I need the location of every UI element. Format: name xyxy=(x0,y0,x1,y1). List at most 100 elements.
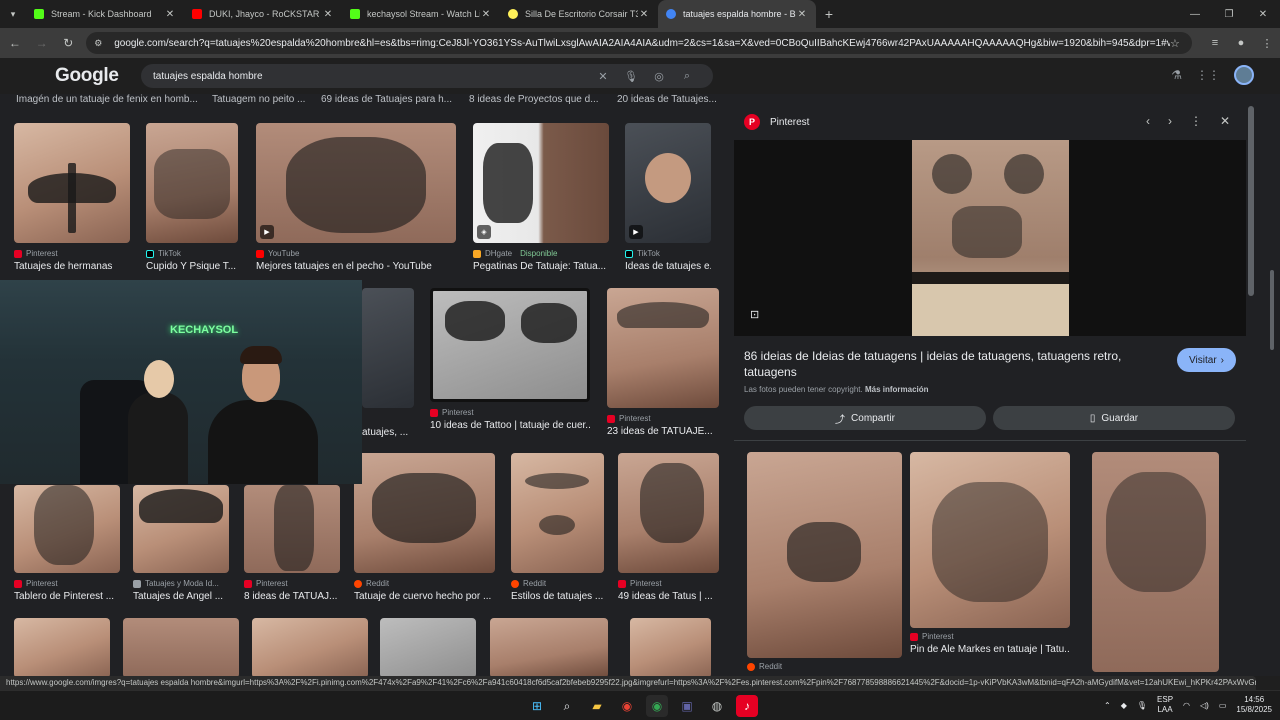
image-result[interactable]: Reddit Estilos de tatuajes ... xyxy=(511,453,604,602)
preview-image[interactable] xyxy=(912,140,1069,336)
tab-kechaysol-stream[interactable]: kechaysol Stream - Watch Live ✕ xyxy=(342,0,500,28)
result-caption[interactable]: Tatuagem no peito ... xyxy=(212,94,305,105)
tab-silla-corsair[interactable]: Silla De Escritorio Corsair T3 Ru ✕ xyxy=(500,0,658,28)
result-caption[interactable]: 49 ideas de Tatus | ... xyxy=(618,591,719,602)
lens-search-icon[interactable]: ⊡ xyxy=(750,308,759,321)
image-result[interactable]: Pinterest 8 ideas de TATUAJ... xyxy=(244,485,340,602)
share-button[interactable]: ⤴ Compartir xyxy=(744,406,986,430)
volume-icon[interactable]: ◁) xyxy=(1200,701,1209,710)
result-thumbnail[interactable] xyxy=(430,288,590,402)
minimize-icon[interactable]: — xyxy=(1178,0,1212,28)
image-result[interactable]: ▶ TikTok Ideas de tatuajes e... xyxy=(625,123,711,272)
site-info-icon[interactable]: ⚙ xyxy=(94,38,108,49)
search-icon[interactable]: ⌕ xyxy=(556,695,578,717)
related-result[interactable]: Pinterest Pin de Ale Markes en tatuaje |… xyxy=(910,452,1070,655)
image-result[interactable]: Pinterest Tablero de Pinterest ... xyxy=(14,485,120,602)
image-result[interactable]: Reddit Tatuaje de cuervo hecho por ... xyxy=(354,453,495,602)
next-icon[interactable]: › xyxy=(1168,114,1172,128)
image-result[interactable]: Pinterest 49 ideas de Tatus | ... xyxy=(618,453,719,602)
reading-list-icon[interactable]: ≡ xyxy=(1202,37,1228,50)
back-icon[interactable]: ← xyxy=(3,31,27,55)
result-caption[interactable]: 69 ideas de Tatuajes para h... xyxy=(321,94,452,105)
obs-icon[interactable]: ◍ xyxy=(706,695,728,717)
result-thumbnail[interactable] xyxy=(14,123,130,243)
image-result[interactable] xyxy=(123,618,239,676)
result-thumbnail[interactable] xyxy=(490,618,608,676)
image-result[interactable] xyxy=(490,618,608,676)
close-tab-icon[interactable]: ✕ xyxy=(796,9,808,20)
image-result[interactable]: ◈ DHgate Disponible Pegatinas De Tatuaje:… xyxy=(473,123,609,272)
related-caption[interactable]: Pin de Ale Markes en tatuaje | Tatu... xyxy=(910,644,1070,655)
result-thumbnail[interactable]: ▶ xyxy=(625,123,711,243)
tab-youtube-duki[interactable]: DUKI, Jhayco - RoCKSTAR 2.0 (V ✕ xyxy=(184,0,342,28)
result-caption[interactable]: Ideas de tatuajes e... xyxy=(625,261,711,272)
close-tab-icon[interactable]: ✕ xyxy=(322,9,334,20)
image-result[interactable] xyxy=(14,618,110,676)
result-caption[interactable]: 8 ideas de Proyectos que d... xyxy=(469,94,599,105)
panel-scrollbar[interactable] xyxy=(1248,106,1254,296)
lens-icon[interactable]: ◎ xyxy=(645,70,673,83)
result-caption[interactable]: Tatuajes de hermanas xyxy=(14,261,130,272)
result-caption[interactable]: 23 ideas de TATUAJE... xyxy=(607,426,719,437)
related-result[interactable] xyxy=(1092,452,1219,672)
apps-grid-icon[interactable]: ⋮⋮ xyxy=(1196,68,1220,82)
result-thumbnail[interactable] xyxy=(14,485,120,573)
search-input[interactable]: tatuajes espalda hombre xyxy=(153,71,589,82)
tab-search-icon[interactable]: ▾ xyxy=(0,0,26,28)
result-caption[interactable]: atuajes, ... xyxy=(362,427,414,438)
bookmark-star-icon[interactable]: ☆ xyxy=(1170,37,1184,50)
tab-google-search[interactable]: tatuajes espalda hombre - Busc ✕ xyxy=(658,0,816,28)
result-caption[interactable]: Mejores tatuajes en el pecho - YouTube xyxy=(256,261,456,272)
visit-button[interactable]: Visitar › xyxy=(1177,348,1236,372)
account-avatar[interactable] xyxy=(1234,65,1254,85)
result-caption[interactable]: 20 ideas de Tatuajes... xyxy=(617,94,717,105)
wifi-icon[interactable]: ◠ xyxy=(1183,701,1190,710)
menu-dots-icon[interactable]: ⋮ xyxy=(1254,37,1280,50)
result-thumbnail[interactable] xyxy=(252,618,368,676)
prev-icon[interactable]: ‹ xyxy=(1146,114,1150,128)
search-icon[interactable]: ⌕ xyxy=(673,70,701,83)
result-thumbnail[interactable] xyxy=(607,288,719,408)
related-thumbnail[interactable] xyxy=(747,452,902,658)
result-thumbnail[interactable] xyxy=(14,618,110,676)
close-window-icon[interactable]: ✕ xyxy=(1246,0,1280,28)
forward-icon[interactable]: → xyxy=(30,31,54,55)
image-result[interactable] xyxy=(380,618,476,676)
related-thumbnail[interactable] xyxy=(910,452,1070,628)
related-result[interactable]: Reddit xyxy=(747,452,902,671)
google-logo[interactable]: Google xyxy=(55,65,119,87)
close-panel-icon[interactable]: ✕ xyxy=(1220,114,1230,128)
restore-icon[interactable]: ❐ xyxy=(1212,0,1246,28)
microphone-icon[interactable]: 🎙 xyxy=(617,70,645,83)
tray-chevron-icon[interactable]: ⌃ xyxy=(1104,701,1111,710)
result-caption[interactable]: Tablero de Pinterest ... xyxy=(14,591,120,602)
result-caption[interactable]: Tatuaje de cuervo hecho por ... xyxy=(354,591,495,602)
image-result[interactable]: Pinterest Tatuajes de hermanas xyxy=(14,123,130,272)
reload-icon[interactable]: ↻ xyxy=(56,31,80,55)
result-caption[interactable]: Pegatinas De Tatuaje: Tatua... xyxy=(473,261,609,272)
image-result[interactable]: atuajes, ... xyxy=(362,288,414,438)
battery-icon[interactable]: ▭ xyxy=(1219,701,1227,710)
more-info-link[interactable]: Más información xyxy=(865,385,929,394)
result-caption[interactable]: Cupido Y Psique T... xyxy=(146,261,238,272)
labs-flask-icon[interactable]: ⚗ xyxy=(1171,68,1182,82)
result-thumbnail[interactable] xyxy=(244,485,340,573)
tiktok-app-icon[interactable]: ♪ xyxy=(736,695,758,717)
more-options-icon[interactable]: ⋮ xyxy=(1190,114,1202,128)
result-thumbnail[interactable] xyxy=(133,485,229,573)
image-result[interactable]: Tatuajes y Moda Id... Tatuajes de Angel … xyxy=(133,485,229,602)
image-result[interactable] xyxy=(630,618,711,676)
tray-mic-icon[interactable]: 🎙 xyxy=(1137,701,1147,710)
result-thumbnail[interactable] xyxy=(380,618,476,676)
close-tab-icon[interactable]: ✕ xyxy=(480,9,492,20)
image-result[interactable]: Pinterest 23 ideas de TATUAJE... xyxy=(607,288,719,437)
file-explorer-icon[interactable]: ▰ xyxy=(586,695,608,717)
address-bar[interactable]: ⚙ google.com/search?q=tatuajes%20espalda… xyxy=(86,32,1192,54)
image-result[interactable] xyxy=(252,618,368,676)
result-thumbnail[interactable] xyxy=(123,618,239,676)
result-caption[interactable]: Tatuajes de Angel ... xyxy=(133,591,229,602)
chrome-icon[interactable]: ◉ xyxy=(616,695,638,717)
windows-start-icon[interactable]: ⊞ xyxy=(526,695,548,717)
result-caption[interactable]: Estilos de tatuajes ... xyxy=(511,591,604,602)
result-thumbnail[interactable] xyxy=(630,618,711,676)
